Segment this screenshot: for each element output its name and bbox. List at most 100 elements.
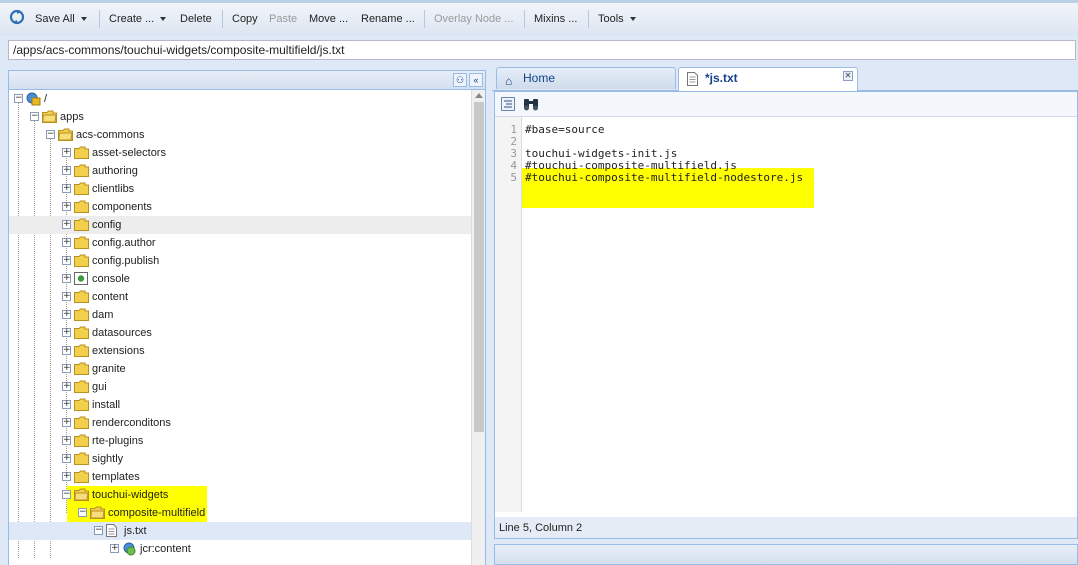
expand-node-icon[interactable]: + (62, 418, 71, 427)
expand-node-icon[interactable]: + (62, 256, 71, 265)
folder-icon (74, 182, 89, 195)
code-editor[interactable]: 12345 #base=source touchui-widgets-init.j… (494, 91, 1078, 519)
collapse-node-icon[interactable]: − (94, 526, 103, 535)
code-line[interactable]: #touchui-composite-multifield-nodestore.… (525, 172, 803, 184)
tree-node-jcr-content[interactable]: + jcr:content (9, 540, 471, 558)
expand-node-icon[interactable]: + (62, 436, 71, 445)
expand-node-icon[interactable]: + (62, 220, 71, 229)
expand-node-icon[interactable]: + (62, 202, 71, 211)
tree-scrollbar[interactable] (471, 90, 485, 565)
scrollbar-thumb[interactable] (474, 102, 484, 432)
tree-node-root[interactable]: − / (9, 90, 471, 108)
tree-node[interactable]: + sightly (9, 450, 471, 468)
expand-node-icon[interactable]: + (62, 364, 71, 373)
binoculars-icon[interactable] (523, 97, 539, 111)
scroll-up-icon[interactable] (475, 93, 483, 98)
tree-node-label: asset-selectors (92, 147, 166, 159)
editor-status-bar: Line 5, Column 2 (494, 517, 1078, 539)
tree-node[interactable]: + granite (9, 360, 471, 378)
folder-icon (74, 290, 89, 303)
tree-node[interactable]: + dam (9, 306, 471, 324)
tree-node-label: extensions (92, 345, 145, 357)
refresh-icon[interactable] (9, 9, 25, 25)
tree-node[interactable]: + config.publish (9, 252, 471, 270)
tree-node[interactable]: + authoring (9, 162, 471, 180)
mixins-button[interactable]: Mixins ... (534, 10, 577, 28)
repository-tree: − / − apps − acs-commons + asset-selectors + auth… (9, 90, 471, 565)
collapse-node-icon[interactable]: − (30, 112, 39, 121)
expand-node-icon[interactable]: + (62, 184, 71, 193)
folder-icon (74, 416, 89, 429)
format-icon[interactable] (501, 97, 515, 111)
move-button[interactable]: Move ... (309, 10, 348, 28)
code-content[interactable]: #base=source touchui-widgets-init.js #touc… (525, 124, 803, 184)
tree-node[interactable]: − touchui-widgets (9, 486, 471, 504)
expand-node-icon[interactable]: + (62, 472, 71, 481)
expand-node-icon[interactable]: + (62, 238, 71, 247)
expand-node-icon[interactable]: + (62, 346, 71, 355)
expand-node-icon[interactable]: + (62, 148, 71, 157)
tree-node-composite-multifield[interactable]: − composite-multifield (9, 504, 471, 522)
expand-node-icon[interactable]: + (62, 166, 71, 175)
create-button[interactable]: Create ... (109, 10, 167, 28)
tree-node-label: authoring (92, 165, 138, 177)
collapse-node-icon[interactable]: − (46, 130, 55, 139)
expand-node-icon[interactable]: + (62, 310, 71, 319)
expand-node-icon[interactable]: + (62, 328, 71, 337)
folder-icon (74, 344, 89, 357)
toolbar-divider (524, 10, 525, 28)
tree-node-label: datasources (92, 327, 152, 339)
path-input[interactable] (8, 40, 1076, 60)
tree-node-label: config (92, 219, 122, 231)
tab-js-txt[interactable]: *js.txt ✕ (678, 67, 858, 91)
delete-button[interactable]: Delete (180, 10, 212, 28)
expand-node-icon[interactable]: + (62, 400, 71, 409)
save-all-button[interactable]: Save All (35, 10, 87, 28)
copy-button[interactable]: Copy (232, 10, 258, 28)
paste-button[interactable]: Paste (269, 10, 297, 28)
tree-node[interactable]: + config (9, 216, 471, 234)
folder-icon (74, 326, 89, 339)
tree-node-js-txt[interactable]: − js.txt (9, 522, 471, 540)
collapse-node-icon[interactable]: − (78, 508, 87, 517)
tree-node-acs-commons[interactable]: − acs-commons (9, 126, 471, 144)
tree-node[interactable]: + console (9, 270, 471, 288)
node-icon (122, 542, 137, 556)
tree-node[interactable]: + templates (9, 468, 471, 486)
code-line[interactable]: #base=source (525, 124, 803, 136)
collapse-node-icon[interactable]: − (14, 94, 23, 103)
tree-node[interactable]: + install (9, 396, 471, 414)
tree-node[interactable]: + clientlibs (9, 180, 471, 198)
expand-node-icon[interactable]: + (62, 382, 71, 391)
expand-node-icon[interactable]: + (62, 454, 71, 463)
tree-node-label: / (44, 93, 48, 105)
tree-node[interactable]: + gui (9, 378, 471, 396)
collapse-node-icon[interactable]: − (62, 490, 71, 499)
tab-home[interactable]: ⌂ Home (496, 67, 676, 89)
tree-panel-header: ⚇ « (9, 71, 485, 90)
tree-node[interactable]: + config.author (9, 234, 471, 252)
tree-node[interactable]: + rte-plugins (9, 432, 471, 450)
tree-node-label: rte-plugins (92, 435, 144, 447)
tree-node-apps[interactable]: − apps (9, 108, 471, 126)
tree-node[interactable]: + renderconditons (9, 414, 471, 432)
expand-node-icon[interactable]: + (62, 292, 71, 301)
close-icon[interactable]: ✕ (843, 71, 853, 81)
overlay-node-button[interactable]: Overlay Node ... (434, 10, 513, 28)
tools-button[interactable]: Tools (598, 10, 636, 28)
tree-node-label: install (92, 399, 121, 411)
expand-node-icon[interactable]: + (110, 544, 119, 553)
tree-node-label: console (92, 273, 130, 285)
tree-node[interactable]: + datasources (9, 324, 471, 342)
tree-node[interactable]: + content (9, 288, 471, 306)
tree-node[interactable]: + components (9, 198, 471, 216)
tree-node[interactable]: + asset-selectors (9, 144, 471, 162)
tree-node[interactable]: + extensions (9, 342, 471, 360)
collapse-left-icon[interactable]: « (469, 73, 483, 87)
tree-node-label: gui (92, 381, 107, 393)
expand-node-icon[interactable]: + (62, 274, 71, 283)
folder-icon (74, 470, 89, 483)
create-label: Create ... (109, 13, 155, 25)
rename-button[interactable]: Rename ... (361, 10, 415, 28)
binoculars-icon[interactable]: ⚇ (453, 73, 467, 87)
